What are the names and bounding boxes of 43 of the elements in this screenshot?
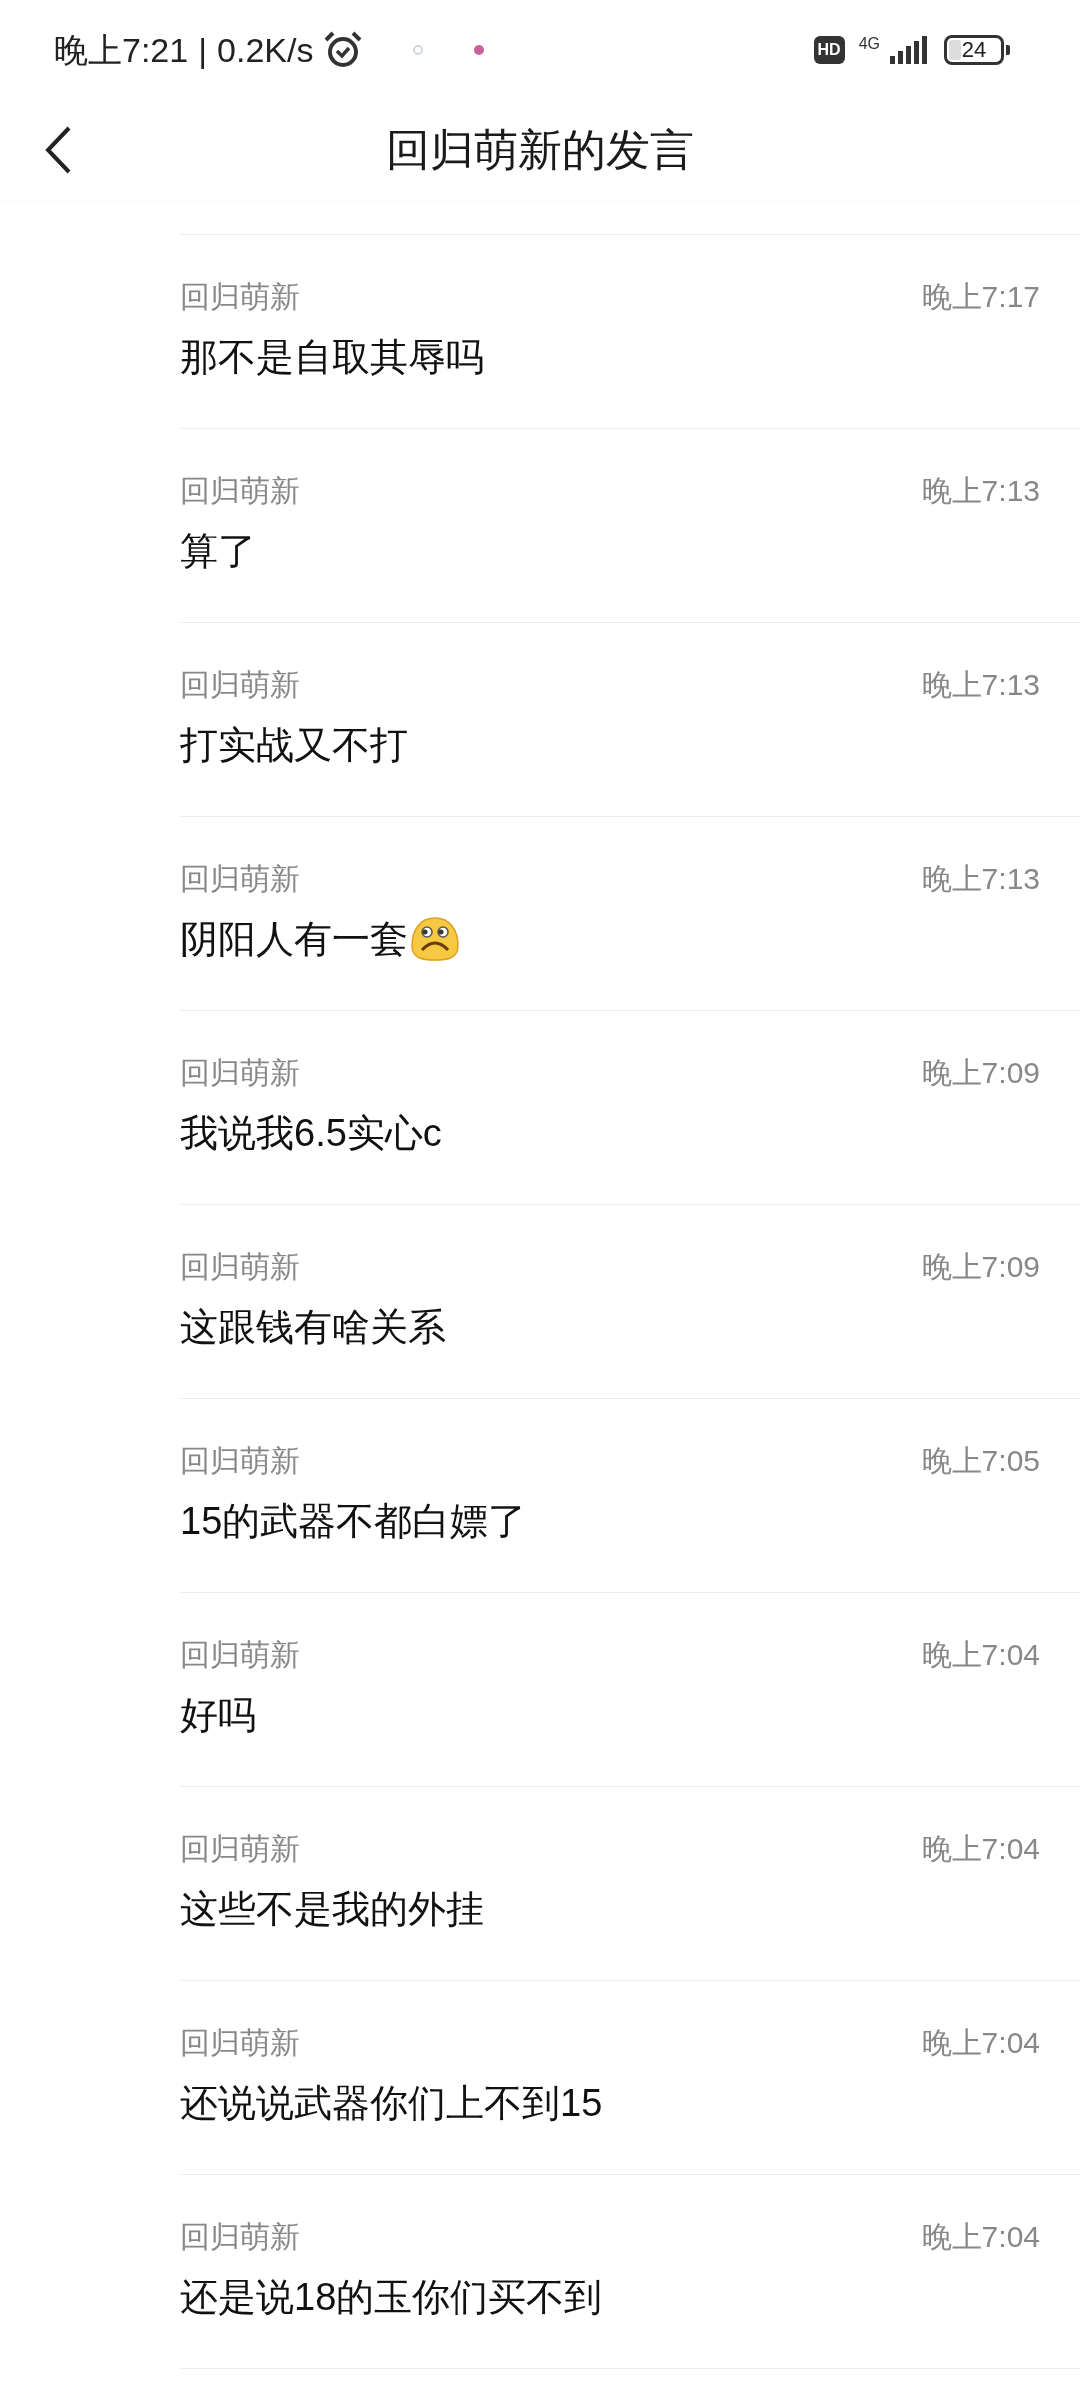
message-text: 这跟钱有啥关系 [180,1304,446,1350]
message-text: 打实战又不打 [180,722,408,768]
message-text: 阴阳人有一套 [180,916,408,962]
author-name: 回归萌新 [180,667,300,703]
message-time: 晚上7:09 [921,1249,1040,1285]
message-text: 还说说武器你们上不到15 [180,2080,603,2126]
message-time: 晚上7:05 [921,1443,1040,1479]
status-time: 晚上7:21 [54,29,189,71]
hd-badge: HD [813,36,845,64]
status-separator: | [198,29,208,71]
author-name: 回归萌新 [180,1443,300,1479]
message-time: 晚上7:09 [921,1055,1040,1091]
notification-icon [413,45,424,55]
message-text: 算了 [180,528,256,574]
author-name: 回归萌新 [180,2219,300,2255]
message-time: 晚上7:04 [921,2025,1040,2061]
message-time: 晚上7:13 [921,473,1040,509]
network-speed: 0.2K/s [217,29,314,71]
message-time: 晚上7:04 [921,2219,1040,2255]
author-name: 回归萌新 [180,279,300,315]
author-name: 回归萌新 [180,1249,300,1285]
notification-icon [473,44,486,56]
message-text: 好吗 [180,1692,256,1738]
message-text: 那不是自取其辱吗 [180,334,484,380]
network-type: 4G [858,36,880,52]
author-name: 回归萌新 [180,473,300,509]
message-text: 15的武器不都白嫖了 [180,1498,527,1544]
back-icon [43,125,73,175]
page-title: 回归萌新的发言 [386,124,694,176]
author-name: 回归萌新 [180,1055,300,1091]
message-time: 晚上7:17 [921,279,1040,315]
message-time: 晚上7:13 [921,667,1040,703]
message-time: 晚上7:04 [921,1831,1040,1867]
author-name: 回归萌新 [180,2025,300,2061]
alarm-clock-icon [323,30,364,70]
author-name: 回归萌新 [180,1831,300,1867]
message-time: 晚上7:13 [921,861,1040,897]
message-text: 还是说18的玉你们买不到 [180,2274,603,2320]
author-name: 回归萌新 [180,1637,300,1673]
message-text: 这些不是我的外挂 [180,1886,484,1932]
author-name: 回归萌新 [180,861,300,897]
message-time: 晚上7:04 [921,1637,1040,1673]
message-text: 我说我6.5实心c [180,1110,442,1156]
